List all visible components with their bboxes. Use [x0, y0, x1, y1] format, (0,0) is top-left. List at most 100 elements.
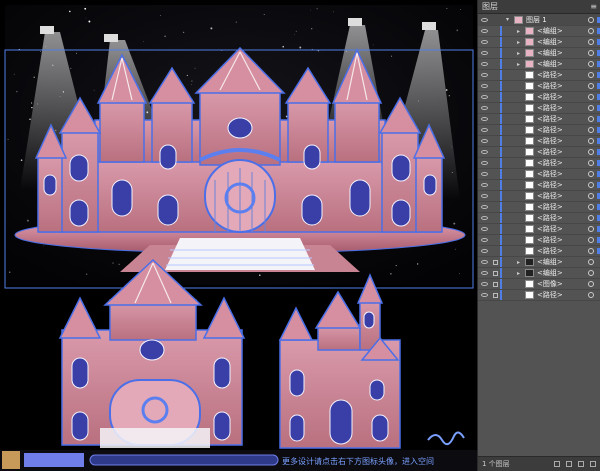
target-circle-icon[interactable] — [588, 292, 594, 298]
visibility-eye-icon[interactable] — [481, 194, 488, 198]
visibility-eye-icon[interactable] — [481, 227, 488, 231]
target-circle-icon[interactable] — [588, 61, 594, 67]
expand-arrow-icon[interactable]: ▸ — [517, 270, 520, 277]
visibility-eye-icon[interactable] — [481, 249, 488, 253]
visibility-eye-icon[interactable] — [481, 271, 488, 275]
visibility-eye-icon[interactable] — [481, 205, 488, 209]
target-circle-icon[interactable] — [588, 281, 594, 287]
layer-row[interactable]: <路径> — [478, 169, 600, 180]
expand-arrow-icon[interactable]: ▸ — [517, 28, 520, 35]
layer-row[interactable]: ▸ <编组> — [478, 59, 600, 70]
layer-row[interactable]: <路径> — [478, 125, 600, 136]
visibility-eye-icon[interactable] — [481, 172, 488, 176]
target-circle-icon[interactable] — [588, 270, 594, 276]
layer-row[interactable]: <路径> — [478, 202, 600, 213]
layer-row[interactable]: ▸ <编组> — [478, 37, 600, 48]
visibility-eye-icon[interactable] — [481, 183, 488, 187]
lock-icon[interactable] — [493, 270, 498, 276]
layer-row[interactable]: ▸ <编组> — [478, 48, 600, 59]
visibility-eye-icon[interactable] — [481, 84, 488, 88]
target-circle-icon[interactable] — [588, 16, 594, 23]
visibility-eye-icon[interactable] — [481, 17, 488, 22]
layers-list[interactable]: ▾ 图层 1 ▸ <编组> ▸ <编组> ▸ <编组> ▸ <编组> <路径> <路径> <路径> <… — [478, 14, 600, 301]
visibility-eye-icon[interactable] — [481, 51, 488, 55]
layer-row[interactable]: <路径> — [478, 224, 600, 235]
target-circle-icon[interactable] — [588, 193, 594, 199]
target-circle-icon[interactable] — [588, 28, 594, 34]
target-circle-icon[interactable] — [588, 149, 594, 155]
target-circle-icon[interactable] — [588, 226, 594, 232]
expand-arrow-icon[interactable]: ▸ — [517, 50, 520, 57]
target-circle-icon[interactable] — [588, 127, 594, 133]
visibility-eye-icon[interactable] — [481, 150, 488, 154]
layer-row[interactable]: ▸ <编组> — [478, 257, 600, 268]
new-layer-icon[interactable] — [578, 461, 584, 467]
trash-icon[interactable] — [590, 461, 596, 467]
target-circle-icon[interactable] — [588, 171, 594, 177]
layer-row[interactable]: <路径> — [478, 191, 600, 202]
visibility-eye-icon[interactable] — [481, 161, 488, 165]
visibility-eye-icon[interactable] — [481, 238, 488, 242]
layer-row-top[interactable]: ▾ 图层 1 — [478, 14, 600, 26]
visibility-eye-icon[interactable] — [481, 95, 488, 99]
layer-row[interactable]: <路径> — [478, 136, 600, 147]
layer-row[interactable]: <路径> — [478, 235, 600, 246]
collapse-arrow-icon[interactable]: ▾ — [506, 16, 509, 23]
layer-row[interactable]: <路径> — [478, 70, 600, 81]
visibility-eye-icon[interactable] — [481, 29, 488, 33]
layer-row[interactable]: <路径> — [478, 158, 600, 169]
target-circle-icon[interactable] — [588, 72, 594, 78]
expand-arrow-icon[interactable]: ▸ — [517, 39, 520, 46]
target-circle-icon[interactable] — [588, 259, 594, 265]
layer-row[interactable]: <路径> — [478, 114, 600, 125]
target-circle-icon[interactable] — [588, 138, 594, 144]
new-sublayer-icon[interactable] — [566, 461, 572, 467]
author-avatar[interactable] — [2, 451, 20, 469]
visibility-eye-icon[interactable] — [481, 62, 488, 66]
layer-row[interactable]: <图像> — [478, 279, 600, 290]
target-circle-icon[interactable] — [588, 248, 594, 254]
target-circle-icon[interactable] — [588, 237, 594, 243]
layer-row[interactable]: <路径> — [478, 246, 600, 257]
visibility-eye-icon[interactable] — [481, 128, 488, 132]
lock-icon[interactable] — [493, 259, 498, 265]
layer-row[interactable]: <路径> — [478, 103, 600, 114]
layer-color-bar — [500, 279, 502, 289]
layer-color-bar — [500, 180, 502, 190]
visibility-eye-icon[interactable] — [481, 139, 488, 143]
visibility-eye-icon[interactable] — [481, 282, 488, 286]
expand-arrow-icon[interactable]: ▸ — [517, 259, 520, 266]
visibility-eye-icon[interactable] — [481, 260, 488, 264]
visibility-eye-icon[interactable] — [481, 73, 488, 77]
target-circle-icon[interactable] — [588, 105, 594, 111]
target-circle-icon[interactable] — [588, 215, 594, 221]
visibility-eye-icon[interactable] — [481, 40, 488, 44]
target-circle-icon[interactable] — [588, 160, 594, 166]
panel-menu-icon[interactable]: ≡ — [590, 2, 597, 11]
layer-name: <图像> — [537, 280, 563, 288]
layer-row[interactable]: <路径> — [478, 213, 600, 224]
layer-row[interactable]: <路径> — [478, 81, 600, 92]
target-circle-icon[interactable] — [588, 204, 594, 210]
target-circle-icon[interactable] — [588, 39, 594, 45]
layers-panel[interactable]: 图层 ≡ ▾ 图层 1 ▸ <编组> ▸ <编组> ▸ <编组> ▸ <编组> <路径> <路径>… — [477, 0, 600, 471]
visibility-eye-icon[interactable] — [481, 216, 488, 220]
target-circle-icon[interactable] — [588, 182, 594, 188]
locate-object-icon[interactable] — [554, 461, 560, 467]
expand-arrow-icon[interactable]: ▸ — [517, 61, 520, 68]
target-circle-icon[interactable] — [588, 50, 594, 56]
visibility-eye-icon[interactable] — [481, 106, 488, 110]
lock-icon[interactable] — [493, 292, 498, 298]
visibility-eye-icon[interactable] — [481, 293, 488, 297]
target-circle-icon[interactable] — [588, 116, 594, 122]
visibility-eye-icon[interactable] — [481, 117, 488, 121]
layer-row[interactable]: <路径> — [478, 290, 600, 301]
layer-row[interactable]: <路径> — [478, 92, 600, 103]
layer-row[interactable]: <路径> — [478, 147, 600, 158]
layer-row[interactable]: ▸ <编组> — [478, 268, 600, 279]
layer-row[interactable]: <路径> — [478, 180, 600, 191]
layer-row[interactable]: ▸ <编组> — [478, 26, 600, 37]
target-circle-icon[interactable] — [588, 83, 594, 89]
target-circle-icon[interactable] — [588, 94, 594, 100]
lock-icon[interactable] — [493, 281, 498, 287]
